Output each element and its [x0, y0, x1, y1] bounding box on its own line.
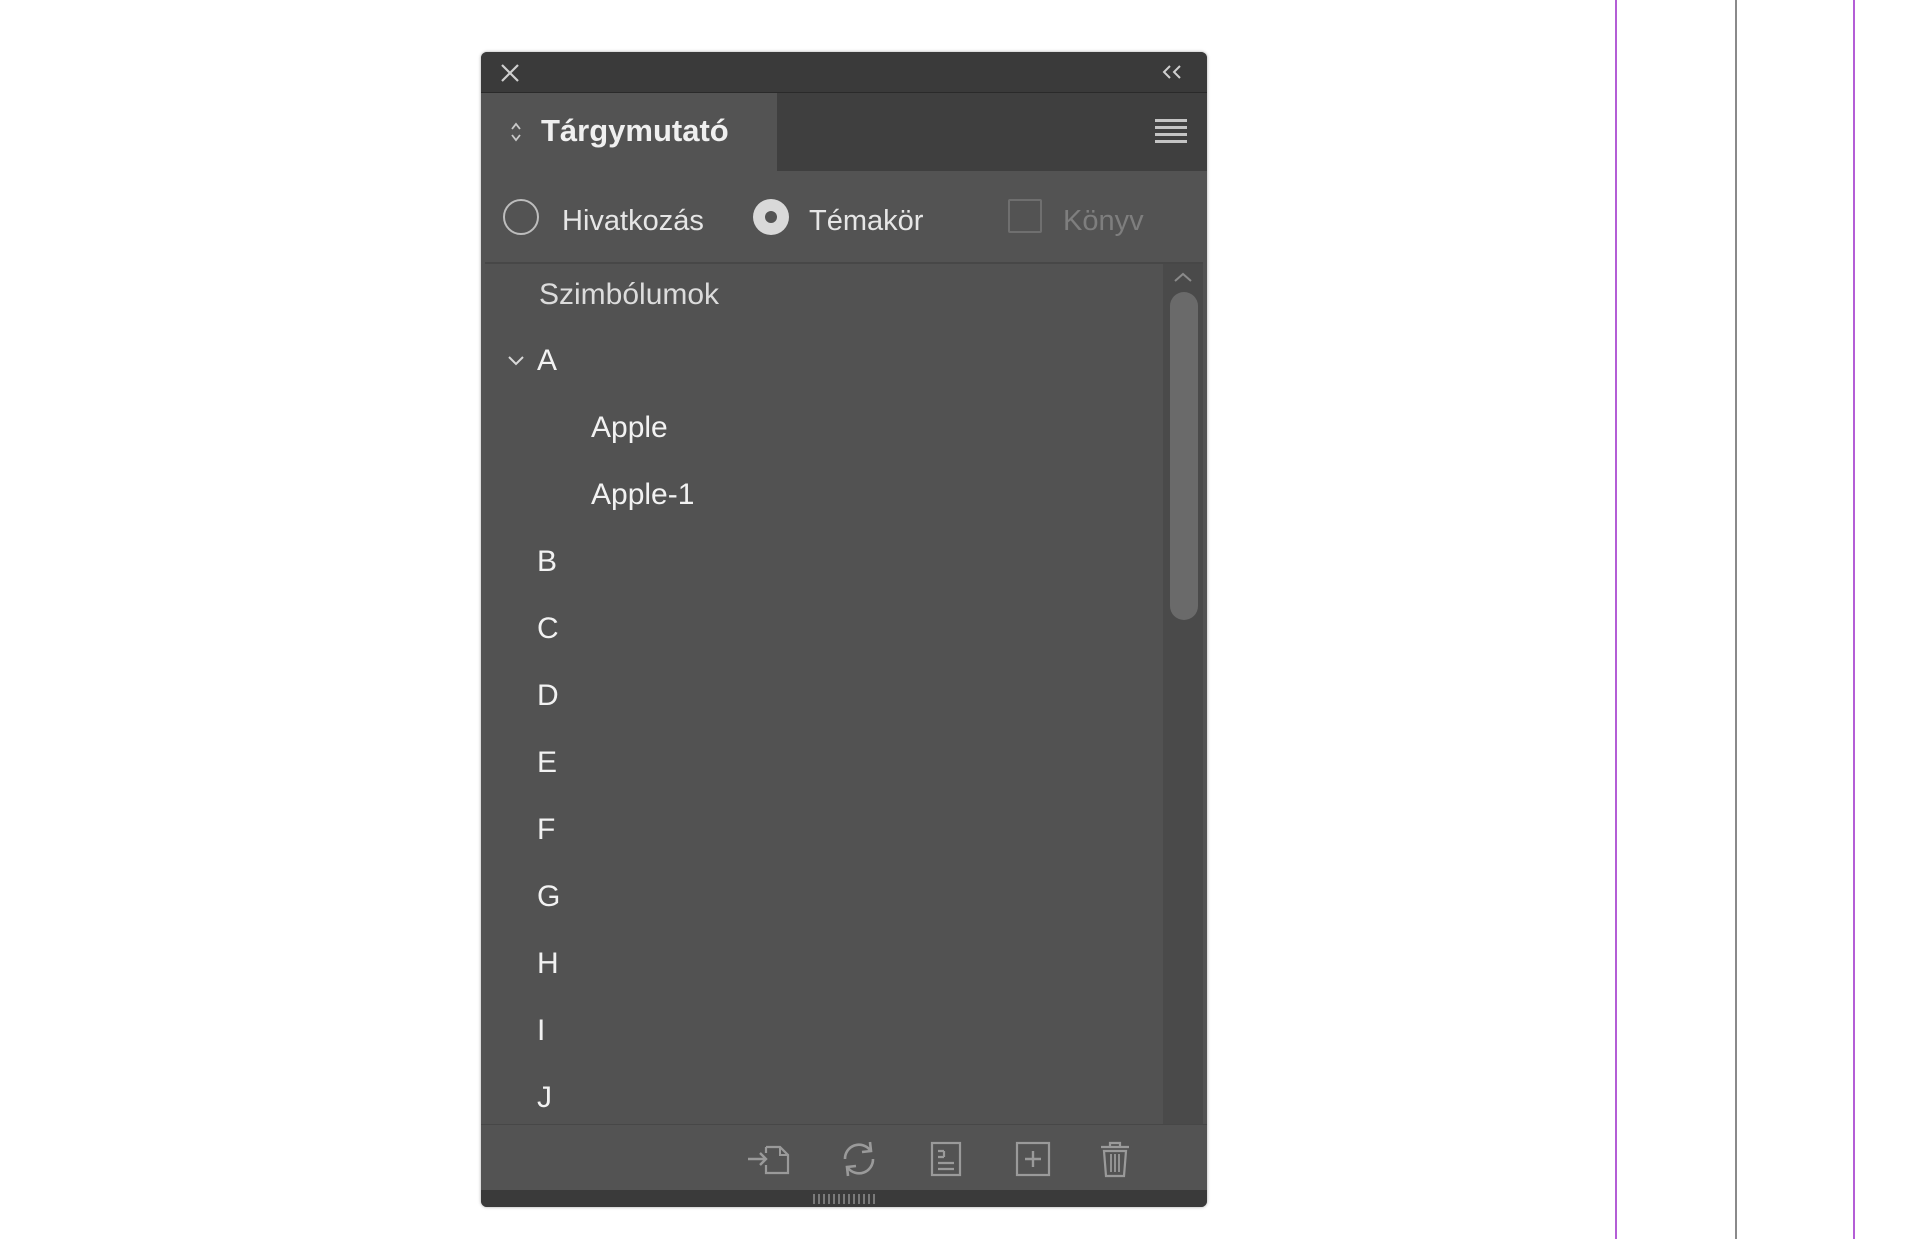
list-item-label: G — [537, 880, 561, 913]
view-options: Hivatkozás Témakör Könyv — [481, 171, 1207, 251]
list-item-group-b[interactable]: B — [485, 531, 1165, 597]
scrollbar-thumb[interactable] — [1170, 292, 1198, 620]
list-item-group-j[interactable]: J — [485, 1067, 1165, 1124]
list-item-label: A — [537, 344, 558, 377]
reference-label[interactable]: Hivatkozás — [562, 205, 704, 238]
tab-reorder-icon — [509, 119, 523, 145]
list-item-label: H — [537, 947, 559, 980]
list-item-group-d[interactable]: D — [485, 665, 1165, 731]
topic-label[interactable]: Témakör — [809, 205, 923, 238]
radio-topic[interactable] — [753, 199, 789, 235]
list-item-group-e[interactable]: E — [485, 732, 1165, 798]
chevron-down-icon[interactable] — [507, 352, 525, 370]
list-item-label: D — [537, 679, 559, 712]
index-topic-list[interactable]: Szimbólumok A Apple Apple-1 B C D E F G … — [485, 262, 1203, 1124]
panel-footer-toolbar — [481, 1124, 1207, 1191]
list-item-label: Szimbólumok — [539, 278, 720, 311]
new-entry-icon[interactable] — [1011, 1139, 1055, 1179]
list-item-group-h[interactable]: H — [485, 933, 1165, 999]
list-item-label: B — [537, 545, 558, 578]
panel-titlebar[interactable] — [481, 52, 1207, 93]
document-canvas: Tárgymutató Hivatkozás Témakör Könyv Szi… — [0, 0, 1920, 1239]
update-preview-icon[interactable] — [837, 1139, 881, 1179]
list-item-symbols[interactable]: Szimbólumok — [485, 264, 1165, 330]
list-item-topic-apple-1[interactable]: Apple-1 — [485, 464, 1165, 530]
generate-index-icon[interactable] — [924, 1139, 968, 1179]
list-item-group-f[interactable]: F — [485, 799, 1165, 865]
tab-index[interactable]: Tárgymutató — [481, 93, 777, 171]
panel-menu-icon[interactable] — [1155, 119, 1187, 145]
go-to-marker-icon[interactable] — [746, 1139, 790, 1179]
list-item-label: Apple — [591, 411, 668, 444]
list-item-label: C — [537, 612, 559, 645]
book-checkbox[interactable] — [1008, 199, 1042, 233]
list-item-topic-apple[interactable]: Apple — [485, 397, 1165, 463]
panel-tab-row: Tárgymutató — [481, 93, 1207, 171]
list-item-group-i[interactable]: I — [485, 1000, 1165, 1066]
scroll-up-icon[interactable] — [1172, 270, 1194, 284]
panel-resize-bar[interactable] — [481, 1190, 1207, 1207]
book-label: Könyv — [1063, 205, 1144, 237]
list-item-label: J — [537, 1081, 552, 1114]
list-item-label: Apple-1 — [591, 478, 695, 511]
list-item-group-a[interactable]: A — [485, 330, 1165, 396]
list-item-label: I — [537, 1014, 546, 1047]
page-edge-guide — [1735, 0, 1737, 1239]
vertical-scrollbar[interactable] — [1163, 264, 1203, 1124]
list-item-group-c[interactable]: C — [485, 598, 1165, 664]
list-item-group-g[interactable]: G — [485, 866, 1165, 932]
margin-guide-right — [1853, 0, 1855, 1239]
radio-reference[interactable] — [503, 199, 539, 235]
margin-guide-left — [1615, 0, 1617, 1239]
index-panel: Tárgymutató Hivatkozás Témakör Könyv Szi… — [481, 52, 1207, 1207]
panel-title: Tárgymutató — [541, 113, 729, 148]
delete-icon[interactable] — [1093, 1139, 1137, 1179]
close-icon[interactable] — [497, 60, 523, 86]
list-item-label: F — [537, 813, 556, 846]
list-item-label: E — [537, 746, 558, 779]
collapse-panel-icon[interactable] — [1159, 60, 1189, 84]
resize-grip-icon[interactable] — [813, 1194, 875, 1204]
